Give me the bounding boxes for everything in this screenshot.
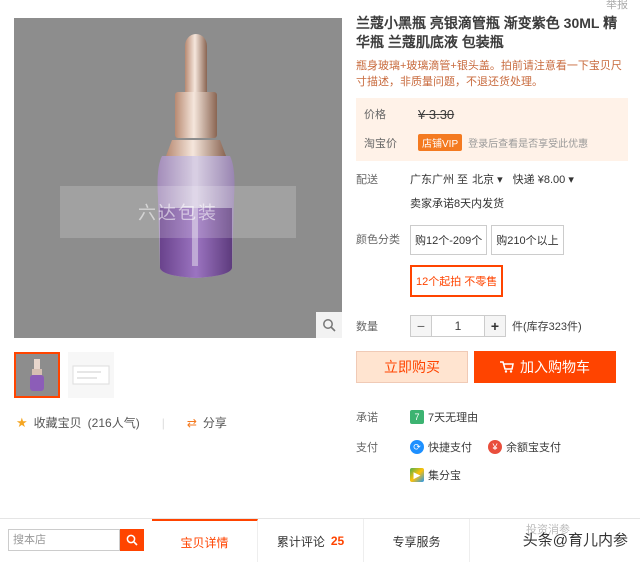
tab-reviews[interactable]: 累计评论 25 [258,519,364,562]
tab-services[interactable]: 专享服务 [364,519,470,562]
cart-icon [500,361,514,373]
taobao-price-label: 淘宝价 [364,137,397,150]
thumbnail-detail[interactable] [68,352,114,398]
jifenbao-pay[interactable]: ▶ 集分宝 [410,467,612,483]
favorites-row: ★ 收藏宝贝 (216人气) | ⇄ 分享 [16,414,227,431]
price-box: 价格 ¥ 3.30 淘宝价 店铺VIP 登录后查看是否享受此优惠 [356,98,628,161]
stock-text: 件(库存323件) [512,321,582,333]
product-subtitle: 瓶身玻璃+玻璃滴管+银头盖。拍前请注意看一下宝贝尺寸描述，非质量问题，不退还货处… [356,60,622,88]
jifenbao-icon: ▶ [410,468,424,482]
decrement-button[interactable]: − [410,315,432,337]
divider: | [161,415,165,430]
toutiao-watermark: 头条@育儿内参 [522,532,628,549]
tab-details[interactable]: 宝贝详情 [152,519,258,562]
quick-pay-icon: ⟳ [410,440,424,454]
sku-section: 颜色分类 购12个-209个 购210个以上 12个起拍 不零售 [356,225,628,297]
product-title: 兰蔻小黑瓶 亮银滴管瓶 渐变紫色 30ML 精华瓶 兰蔻肌底液 包装瓶 [356,15,618,50]
thumbnail-bottle[interactable] [14,352,60,398]
magnifier-icon [323,319,336,332]
quantity-stepper: − 1 + [410,315,506,337]
bottle-illustration [157,34,235,278]
shipping-label: 配送 [356,174,378,186]
store-search-input[interactable]: 搜本店 [8,529,120,551]
add-to-cart-label: 加入购物车 [520,359,590,375]
increment-button[interactable]: + [484,315,506,337]
chevron-down-icon: ▾ [497,174,503,186]
old-price: ¥ 3.30 [418,106,455,122]
promise-row: 承诺 7 7天无理由 [356,409,628,425]
buy-now-button[interactable]: 立即购买 [356,351,468,383]
quick-pay[interactable]: ⟳ 快捷支付 [410,439,472,455]
sku-label: 颜色分类 [356,234,400,246]
promise-value[interactable]: 7天无理由 [428,409,478,425]
quantity-label: 数量 [356,321,378,333]
share-button[interactable]: 分享 [203,414,227,431]
thumbnail-list [14,352,114,398]
quantity-section: 数量 − 1 + 件(库存323件) [356,315,628,337]
main-product-image: 六达包装 [14,18,342,338]
money-bag-icon: ¥ [488,440,502,454]
promise-label: 承诺 [356,412,378,424]
chevron-down-icon: ▾ [568,174,574,186]
collect-count: (216人气) [87,416,140,430]
action-buttons: 立即购买 加入购物车 [356,351,628,383]
sku-option-3[interactable]: 12个起拍 不零售 [410,265,504,297]
bottle-thumb-icon [30,359,44,391]
price-label: 价格 [364,109,386,121]
payment-row-2: ▶ 集分宝 [356,467,628,483]
zoom-button[interactable] [316,312,342,338]
detail-tabs: 宝贝详情 累计评论 25 专享服务 [152,519,470,562]
shipping-section: 配送 广东广州 至 北京 ▾ 快递 ¥8.00 ▾ 卖家承诺8天内发货 [356,171,628,211]
shipping-to-select[interactable]: 北京 ▾ [472,171,503,187]
yuebao-pay[interactable]: ¥ 余额宝支付 [488,439,561,455]
vip-badge[interactable]: 店铺VIP [418,134,463,151]
bottom-bar: 搜本店 宝贝详情 累计评论 25 专享服务 投资消参 头条@育儿内参 [0,518,640,562]
payment-label: 支付 [356,442,378,454]
sku-option-2[interactable]: 购210个以上 [491,225,564,255]
shipping-from: 广东广州 至 [410,174,469,186]
report-link[interactable]: 举报 [606,0,628,12]
star-icon: ★ [16,414,28,430]
share-icon: ⇄ [186,415,197,430]
payment-row: 支付 ⟳ 快捷支付 ¥ 余额宝支付 [356,439,628,455]
sku-option-1[interactable]: 购12个-209个 [410,225,488,255]
add-to-cart-button[interactable]: 加入购物车 [474,351,616,383]
seven-day-icon: 7 [410,410,424,424]
search-button[interactable] [120,529,144,551]
search-icon [126,534,138,546]
shipping-promise: 卖家承诺8天内发货 [410,198,505,210]
quantity-input[interactable]: 1 [432,315,484,337]
detail-thumb-icon [72,365,110,385]
product-info: 兰蔻小黑瓶 亮银滴管瓶 渐变紫色 30ML 精华瓶 兰蔻肌底液 包装瓶 瓶身玻璃… [356,14,628,483]
image-watermark: 六达包装 [60,186,296,238]
shipping-method-select[interactable]: 快递 ¥8.00 ▾ [513,171,574,187]
vip-text: 登录后查看是否享受此优惠 [468,139,589,150]
collect-button[interactable]: 收藏宝贝 [34,414,82,431]
